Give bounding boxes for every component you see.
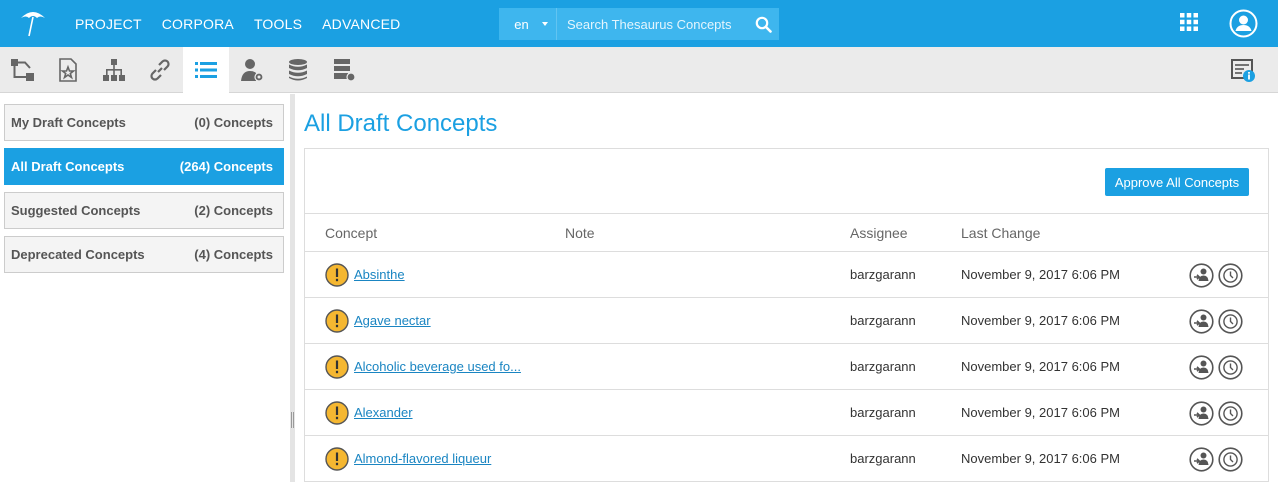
- database-icon[interactable]: [275, 47, 321, 93]
- history-clock-icon[interactable]: [1218, 401, 1243, 426]
- concepts-panel: Approve All Concepts Concept Note Assign…: [304, 148, 1269, 482]
- last-change: November 9, 2017 6:06 PM: [961, 405, 1120, 420]
- concept-link[interactable]: Alexander: [354, 405, 413, 420]
- table-row: Agave nectar barzgarann November 9, 2017…: [305, 298, 1268, 344]
- concept-link[interactable]: Alcoholic beverage used fo...: [354, 359, 521, 374]
- list-icon[interactable]: [183, 47, 229, 93]
- last-change: November 9, 2017 6:06 PM: [961, 267, 1120, 282]
- last-change: November 9, 2017 6:06 PM: [961, 451, 1120, 466]
- sidebar-item-count: (2) Concepts: [194, 203, 273, 218]
- info-panel-icon[interactable]: [1220, 47, 1266, 93]
- concept-link[interactable]: Almond-flavored liqueur: [354, 451, 491, 466]
- language-select[interactable]: en: [499, 8, 557, 40]
- nav-corpora[interactable]: CORPORA: [162, 16, 234, 32]
- table-row: Absinthe barzgarann November 9, 2017 6:0…: [305, 252, 1268, 298]
- warning-icon: [325, 263, 349, 287]
- assign-user-icon[interactable]: [1189, 401, 1214, 426]
- sidebar-item-deprecated[interactable]: Deprecated Concepts (4) Concepts: [4, 236, 284, 273]
- assign-user-icon[interactable]: [1189, 309, 1214, 334]
- sidebar-item-count: (264) Concepts: [179, 159, 273, 174]
- history-clock-icon[interactable]: [1218, 263, 1243, 288]
- page-title: All Draft Concepts: [304, 110, 498, 137]
- user-settings-icon[interactable]: [229, 47, 275, 93]
- splitter-grip-icon[interactable]: [291, 412, 294, 428]
- approve-all-button[interactable]: Approve All Concepts: [1105, 168, 1249, 196]
- last-change: November 9, 2017 6:06 PM: [961, 313, 1120, 328]
- language-value: en: [514, 16, 529, 32]
- concept-link[interactable]: Agave nectar: [354, 313, 431, 328]
- warning-icon: [325, 447, 349, 471]
- search-input[interactable]: Search Thesaurus Concepts: [557, 17, 747, 32]
- nav-tools[interactable]: TOOLS: [254, 16, 302, 32]
- umbrella-logo-icon[interactable]: [18, 8, 48, 38]
- link-icon[interactable]: [137, 47, 183, 93]
- hierarchy-tree-icon[interactable]: [0, 47, 46, 93]
- column-header-last-change[interactable]: Last Change: [961, 225, 1040, 241]
- sidebar: My Draft Concepts (0) Concepts All Draft…: [0, 94, 290, 482]
- sidebar-item-label: All Draft Concepts: [11, 159, 125, 174]
- server-icon[interactable]: [321, 47, 367, 93]
- last-change: November 9, 2017 6:06 PM: [961, 359, 1120, 374]
- assignee: barzgarann: [850, 405, 916, 420]
- document-star-icon[interactable]: [45, 47, 91, 93]
- sidebar-item-my-draft[interactable]: My Draft Concepts (0) Concepts: [4, 104, 284, 141]
- sidebar-item-label: Deprecated Concepts: [11, 247, 145, 262]
- concept-link[interactable]: Absinthe: [354, 267, 405, 282]
- org-chart-icon[interactable]: [91, 47, 137, 93]
- column-header-assignee[interactable]: Assignee: [850, 225, 908, 241]
- sidebar-item-label: My Draft Concepts: [11, 115, 126, 130]
- assignee: barzgarann: [850, 267, 916, 282]
- sidebar-item-suggested[interactable]: Suggested Concepts (2) Concepts: [4, 192, 284, 229]
- table-row: Alexander barzgarann November 9, 2017 6:…: [305, 390, 1268, 436]
- column-header-note[interactable]: Note: [565, 225, 595, 241]
- assign-user-icon[interactable]: [1189, 355, 1214, 380]
- history-clock-icon[interactable]: [1218, 355, 1243, 380]
- sidebar-item-count: (4) Concepts: [194, 247, 273, 262]
- sidebar-item-label: Suggested Concepts: [11, 203, 141, 218]
- history-clock-icon[interactable]: [1218, 447, 1243, 472]
- sidebar-item-count: (0) Concepts: [194, 115, 273, 130]
- table-row: Almond-flavored liqueur barzgarann Novem…: [305, 436, 1268, 482]
- history-clock-icon[interactable]: [1218, 309, 1243, 334]
- caret-down-icon: [542, 22, 548, 26]
- warning-icon: [325, 355, 349, 379]
- user-account-icon[interactable]: [1229, 9, 1258, 38]
- search-icon[interactable]: [747, 8, 779, 40]
- assign-user-icon[interactable]: [1189, 447, 1214, 472]
- assignee: barzgarann: [850, 359, 916, 374]
- nav-project[interactable]: PROJECT: [75, 16, 142, 32]
- tool-bar: [0, 47, 1278, 93]
- top-bar: PROJECT CORPORA TOOLS ADVANCED en Search…: [0, 0, 1278, 47]
- warning-icon: [325, 309, 349, 333]
- column-header-concept[interactable]: Concept: [325, 225, 377, 241]
- table-row: Alcoholic beverage used fo... barzgarann…: [305, 344, 1268, 390]
- warning-icon: [325, 401, 349, 425]
- nav-advanced[interactable]: ADVANCED: [322, 16, 400, 32]
- assignee: barzgarann: [850, 451, 916, 466]
- assign-user-icon[interactable]: [1189, 263, 1214, 288]
- table-header: Concept Note Assignee Last Change: [305, 213, 1268, 252]
- search-bar: en Search Thesaurus Concepts: [499, 8, 779, 40]
- main-nav: PROJECT CORPORA TOOLS ADVANCED: [75, 0, 401, 47]
- sidebar-item-all-draft[interactable]: All Draft Concepts (264) Concepts: [4, 148, 284, 185]
- assignee: barzgarann: [850, 313, 916, 328]
- apps-grid-icon[interactable]: [1180, 13, 1198, 31]
